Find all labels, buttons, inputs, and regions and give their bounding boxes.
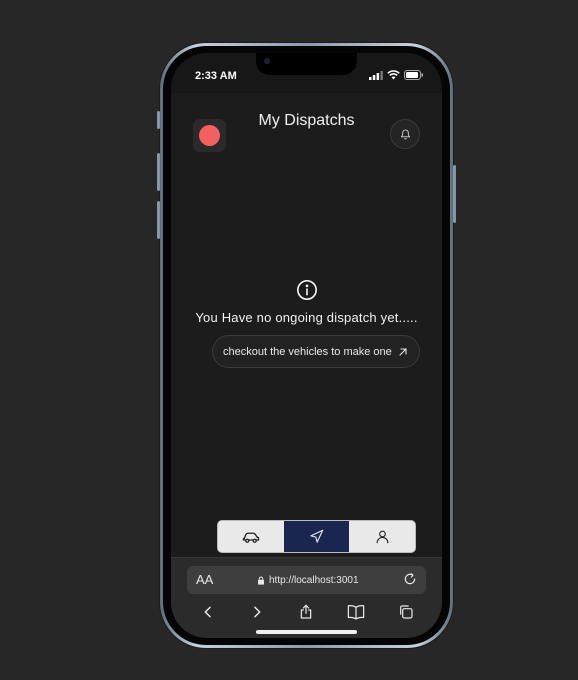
tabs-button[interactable] — [398, 604, 414, 625]
home-indicator — [256, 630, 357, 634]
checkout-vehicles-button[interactable]: checkout the vehicles to make one — [212, 335, 420, 368]
tabs-icon — [399, 605, 413, 619]
url-display[interactable]: http://localhost:3001 — [257, 575, 359, 586]
book-icon — [347, 604, 364, 620]
reload-icon — [404, 573, 416, 585]
status-time: 2:33 AM — [195, 70, 237, 82]
share-button[interactable] — [298, 604, 314, 625]
user-icon — [376, 530, 389, 544]
status-icons — [369, 70, 424, 80]
camera-icon — [264, 58, 270, 64]
address-bar[interactable]: AA http://localhost:3001 — [187, 566, 426, 594]
share-icon — [300, 604, 311, 619]
forward-button[interactable] — [249, 604, 265, 625]
wifi-icon — [387, 70, 400, 80]
notifications-button[interactable] — [390, 119, 420, 149]
info-icon — [296, 280, 317, 300]
browser-toolbar: AA http://localhost:3001 — [171, 557, 442, 638]
notch — [256, 53, 357, 75]
chevron-left-icon — [203, 606, 211, 618]
nav-vehicles[interactable] — [218, 521, 284, 552]
bell-icon — [400, 129, 410, 140]
phone-screen: 2:33 AM My Dispatchs You Have no ongoing… — [171, 53, 442, 638]
signal-icon — [369, 70, 383, 80]
app-header: My Dispatchs — [171, 93, 442, 163]
mute-switch — [157, 111, 160, 129]
reload-button[interactable] — [403, 572, 417, 591]
text-size-button[interactable]: AA — [196, 572, 213, 587]
browser-nav — [171, 604, 442, 625]
nav-profile[interactable] — [349, 521, 415, 552]
bookmarks-button[interactable] — [347, 604, 365, 625]
battery-icon — [404, 70, 423, 80]
volume-up-button — [157, 153, 160, 191]
power-button — [453, 165, 456, 223]
arrow-up-right-icon — [399, 347, 407, 356]
phone-frame: 2:33 AM My Dispatchs You Have no ongoing… — [157, 43, 456, 648]
empty-state: You Have no ongoing dispatch yet..... — [171, 279, 442, 325]
url-text: http://localhost:3001 — [269, 575, 359, 586]
nav-dispatches[interactable] — [283, 521, 350, 552]
status-bar: 2:33 AM — [171, 53, 442, 93]
navigation-arrow-icon — [310, 529, 324, 543]
volume-down-button — [157, 201, 160, 239]
empty-state-message: You Have no ongoing dispatch yet..... — [195, 310, 418, 325]
chevron-right-icon — [253, 606, 261, 618]
back-button[interactable] — [200, 604, 216, 625]
bottom-nav — [217, 520, 416, 553]
lock-icon — [258, 576, 264, 585]
car-icon — [242, 532, 260, 543]
checkout-vehicles-label: checkout the vehicles to make one — [223, 345, 392, 358]
text-size-label: AA — [196, 572, 214, 587]
